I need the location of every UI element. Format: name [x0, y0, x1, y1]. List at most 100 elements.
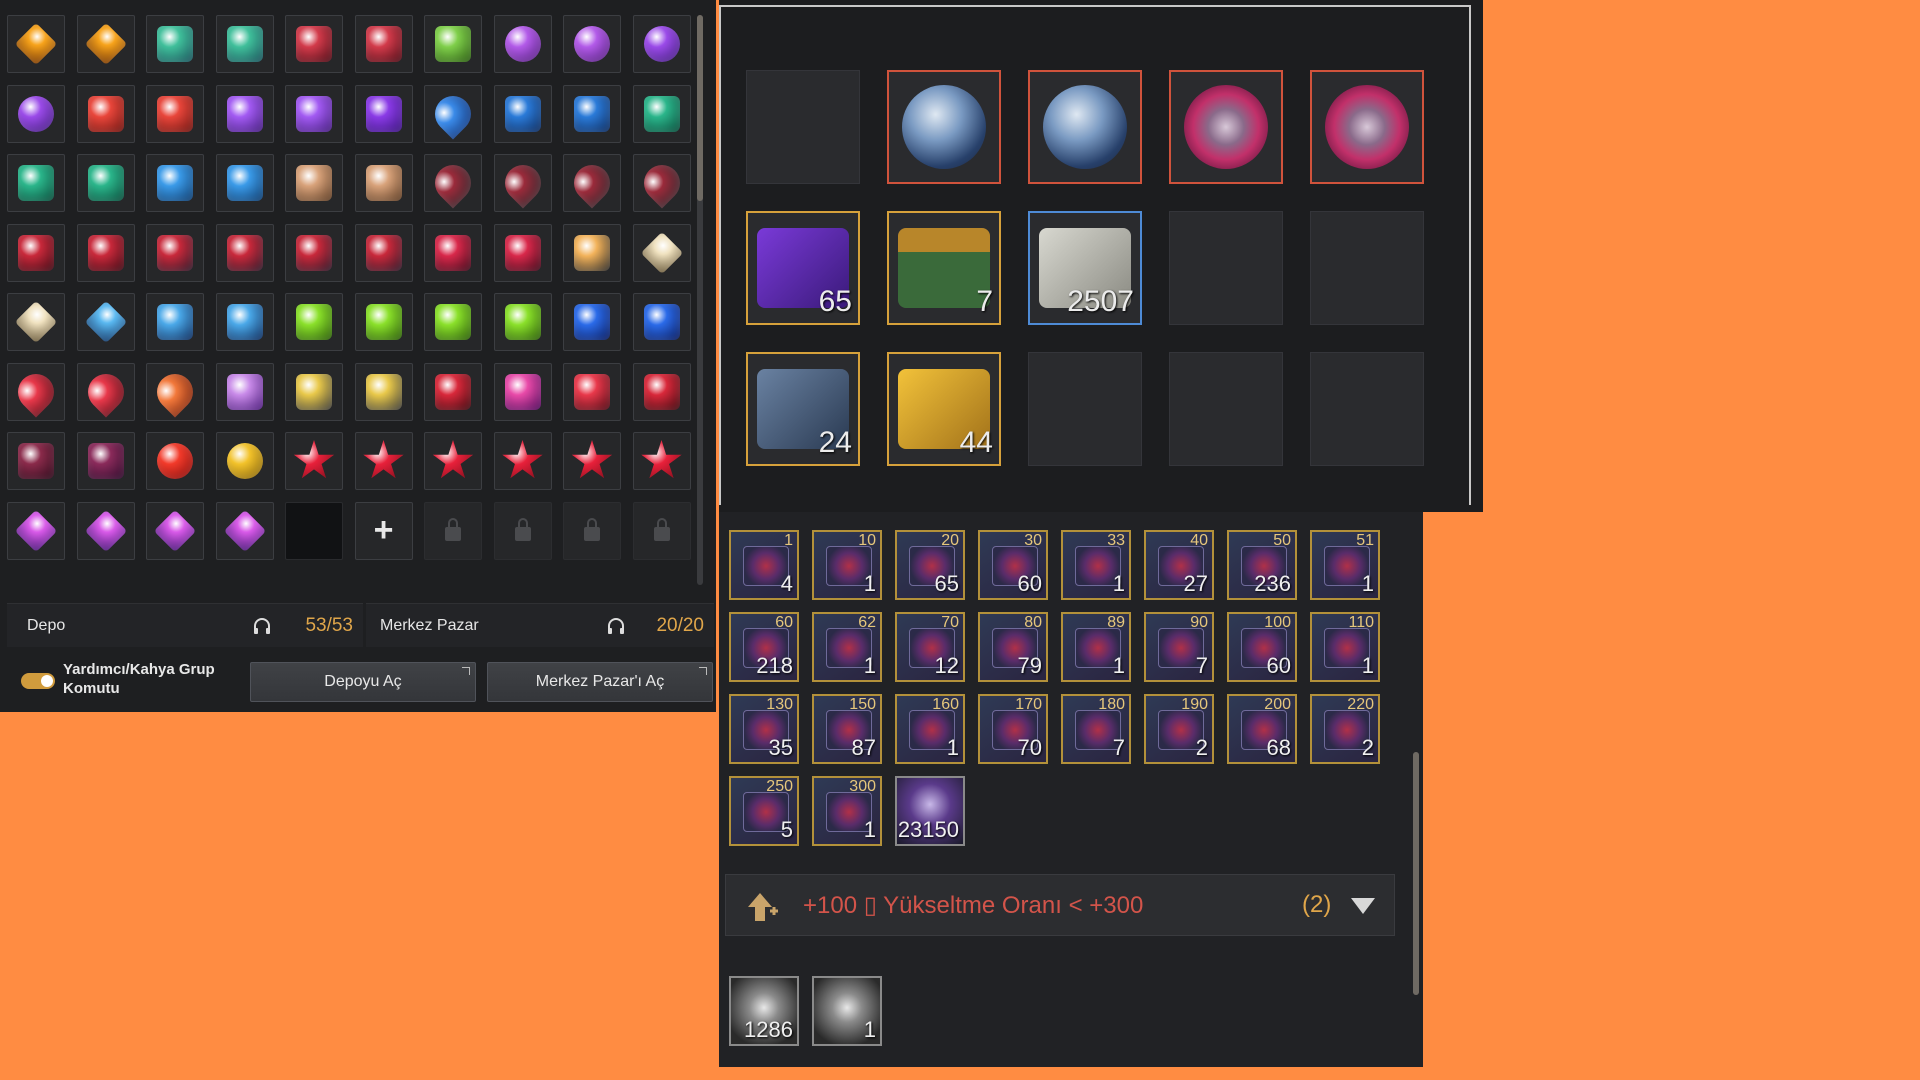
inventory-slot[interactable]	[563, 432, 621, 490]
inventory-slot[interactable]	[563, 154, 621, 212]
inventory-slot[interactable]	[7, 362, 65, 421]
inventory-slot[interactable]	[632, 84, 691, 143]
open-market-button[interactable]: Merkez Pazar'ı Aç	[487, 662, 713, 702]
inventory-slot[interactable]	[146, 154, 204, 212]
inventory-slot[interactable]	[215, 293, 274, 351]
inventory-slot[interactable]	[354, 223, 413, 282]
inventory-slot[interactable]	[76, 84, 135, 143]
storage-slot[interactable]	[1310, 70, 1424, 184]
scroll-list-scrollbar-thumb[interactable]	[1413, 752, 1419, 995]
expand-slot-button[interactable]: +	[354, 501, 413, 560]
inventory-slot[interactable]	[563, 84, 621, 143]
inventory-slot[interactable]	[215, 362, 274, 421]
inventory-slot[interactable]	[215, 501, 274, 560]
upgrade-rate-filter[interactable]: +100 ▯ Yükseltme Oranı < +300 (2)	[725, 874, 1395, 936]
inventory-slot[interactable]	[76, 293, 135, 351]
open-storage-button[interactable]: Depoyu Aç	[250, 662, 476, 702]
storage-slot-empty[interactable]	[1169, 352, 1283, 466]
scroll-item[interactable]: 220 2	[1310, 694, 1380, 764]
inventory-slot[interactable]	[76, 501, 135, 560]
inventory-slot[interactable]	[285, 432, 343, 490]
storage-slot[interactable]: 2507	[1028, 211, 1142, 325]
crystal-item[interactable]: 23150	[895, 776, 965, 846]
storage-slot-empty[interactable]	[1169, 211, 1283, 325]
inventory-slot[interactable]	[493, 154, 552, 212]
inventory-slot[interactable]	[215, 15, 274, 73]
inventory-slot[interactable]	[563, 15, 621, 73]
inventory-slot[interactable]	[424, 293, 482, 351]
scroll-item[interactable]: 62 1	[812, 612, 882, 682]
scroll-item[interactable]: 70 12	[895, 612, 965, 682]
storage-slot-empty[interactable]	[1310, 211, 1424, 325]
inventory-slot[interactable]	[7, 15, 65, 73]
inventory-slot[interactable]	[215, 432, 274, 490]
scroll-item[interactable]: 200 68	[1227, 694, 1297, 764]
inventory-slot[interactable]	[424, 154, 482, 212]
inventory-slot[interactable]	[563, 362, 621, 421]
inventory-slot[interactable]	[493, 15, 552, 73]
inventory-slot[interactable]	[632, 362, 691, 421]
inventory-slot[interactable]	[76, 432, 135, 490]
inventory-slot[interactable]	[493, 84, 552, 143]
inventory-slot[interactable]	[285, 15, 343, 73]
scroll-item[interactable]: 160 1	[895, 694, 965, 764]
swirl-item[interactable]: 1286	[729, 976, 799, 1046]
scroll-item[interactable]: 80 79	[978, 612, 1048, 682]
inventory-slot[interactable]	[632, 432, 691, 490]
inventory-slot-empty[interactable]	[285, 501, 343, 560]
inventory-slot[interactable]	[7, 501, 65, 560]
inventory-slot[interactable]	[354, 15, 413, 73]
inventory-slot[interactable]	[354, 293, 413, 351]
scroll-item[interactable]: 89 1	[1061, 612, 1131, 682]
scroll-item[interactable]: 150 87	[812, 694, 882, 764]
helper-group-command-toggle[interactable]	[21, 673, 55, 689]
inventory-slot[interactable]	[632, 293, 691, 351]
inventory-slot[interactable]	[76, 223, 135, 282]
inventory-slot[interactable]	[146, 223, 204, 282]
scroll-item[interactable]: 60 218	[729, 612, 799, 682]
storage-slot[interactable]: 24	[746, 352, 860, 466]
scroll-item[interactable]: 14	[729, 530, 799, 600]
inventory-slot[interactable]	[493, 362, 552, 421]
inventory-slot[interactable]	[424, 362, 482, 421]
scroll-list-scrollbar[interactable]	[1413, 752, 1419, 995]
scroll-item[interactable]: 33 1	[1061, 530, 1131, 600]
inventory-scrollbar-thumb[interactable]	[697, 15, 703, 201]
inventory-slot[interactable]	[354, 154, 413, 212]
inventory-slot[interactable]	[7, 223, 65, 282]
inventory-slot[interactable]	[285, 223, 343, 282]
scroll-item[interactable]: 20 65	[895, 530, 965, 600]
scroll-item[interactable]: 50 236	[1227, 530, 1297, 600]
inventory-slot[interactable]	[424, 223, 482, 282]
inventory-slot[interactable]	[563, 223, 621, 282]
inventory-slot[interactable]	[285, 362, 343, 421]
inventory-slot[interactable]	[424, 432, 482, 490]
scroll-item[interactable]: 40 27	[1144, 530, 1214, 600]
storage-slot[interactable]	[1169, 70, 1283, 184]
inventory-slot[interactable]	[354, 362, 413, 421]
inventory-slot[interactable]	[7, 84, 65, 143]
inventory-slot[interactable]	[215, 154, 274, 212]
scroll-item[interactable]: 100 60	[1227, 612, 1297, 682]
storage-slot-empty[interactable]	[746, 70, 860, 184]
scroll-item[interactable]: 51 1	[1310, 530, 1380, 600]
inventory-slot[interactable]	[146, 362, 204, 421]
scroll-item[interactable]: 110 1	[1310, 612, 1380, 682]
scroll-item[interactable]: 180 7	[1061, 694, 1131, 764]
storage-slot[interactable]: 7	[887, 211, 1001, 325]
inventory-slot[interactable]	[563, 293, 621, 351]
inventory-slot[interactable]	[285, 154, 343, 212]
inventory-slot[interactable]	[632, 223, 691, 282]
inventory-slot[interactable]	[7, 154, 65, 212]
storage-slot[interactable]: 44	[887, 352, 1001, 466]
inventory-slot[interactable]	[424, 15, 482, 73]
inventory-slot[interactable]	[146, 15, 204, 73]
storage-slot[interactable]: 65	[746, 211, 860, 325]
inventory-slot[interactable]	[285, 293, 343, 351]
inventory-slot[interactable]	[76, 362, 135, 421]
chevron-down-icon[interactable]	[1351, 898, 1375, 914]
inventory-slot[interactable]	[215, 84, 274, 143]
inventory-slot[interactable]	[146, 84, 204, 143]
inventory-slot[interactable]	[146, 432, 204, 490]
scroll-item[interactable]: 190 2	[1144, 694, 1214, 764]
